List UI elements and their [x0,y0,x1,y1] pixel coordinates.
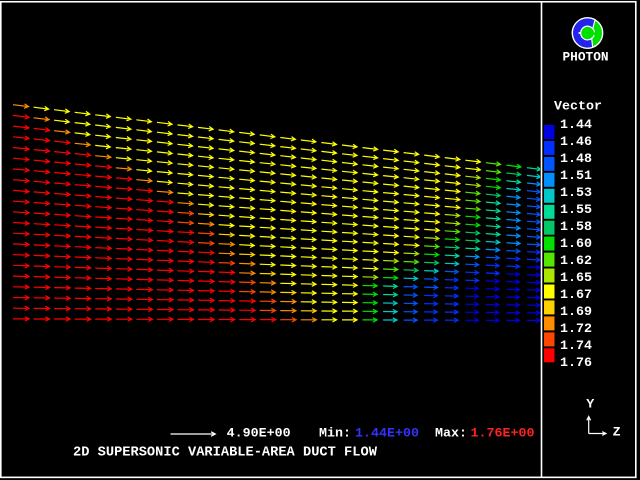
svg-text:1.58: 1.58 [560,220,592,235]
svg-text:1.76: 1.76 [560,356,592,371]
svg-text:Vector: Vector [554,100,602,115]
svg-text:1.74: 1.74 [560,339,592,354]
svg-text:1.44: 1.44 [560,118,592,133]
svg-text:1.55: 1.55 [560,203,592,218]
svg-text:1.44E+00: 1.44E+00 [355,427,419,442]
svg-text:1.69: 1.69 [560,305,592,320]
svg-text:Z: Z [613,425,621,440]
svg-text:1.67: 1.67 [560,288,592,303]
svg-text:1.76E+00: 1.76E+00 [471,427,535,442]
svg-text:1.65: 1.65 [560,271,592,286]
svg-text:1.51: 1.51 [560,169,592,184]
svg-text:Y: Y [586,398,594,413]
svg-text:1.53: 1.53 [560,186,592,201]
svg-text:1.60: 1.60 [560,237,592,252]
svg-text:1.48: 1.48 [560,152,592,167]
svg-text:Min:: Min: [319,427,351,442]
svg-text:1.62: 1.62 [560,254,592,269]
svg-text:2D SUPERSONIC VARIABLE-AREA DU: 2D SUPERSONIC VARIABLE-AREA DUCT FLOW [73,445,378,460]
svg-text:1.72: 1.72 [560,322,592,337]
svg-text:PHOTON: PHOTON [563,50,609,65]
svg-text:1.46: 1.46 [560,135,592,150]
svg-text:Max:: Max: [435,427,467,442]
svg-text:4.90E+00: 4.90E+00 [227,427,291,442]
